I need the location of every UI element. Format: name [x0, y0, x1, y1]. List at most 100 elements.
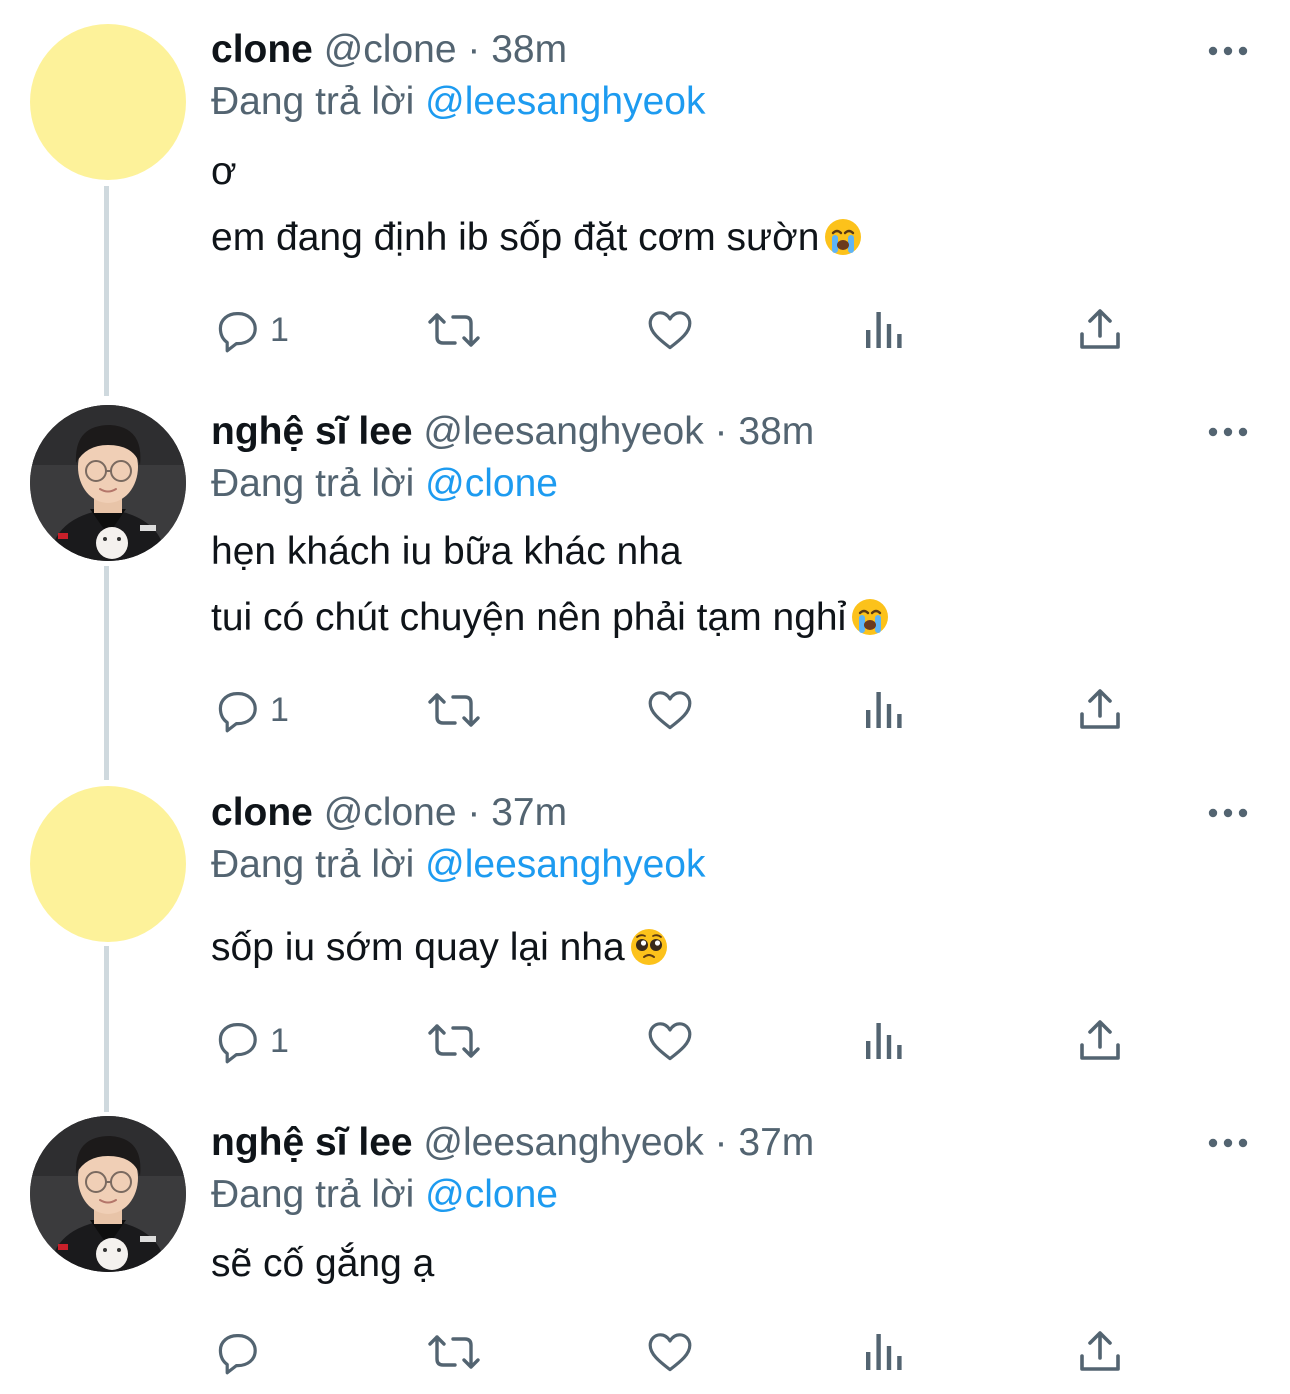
timestamp[interactable]: 38m	[491, 28, 567, 71]
retweet-button[interactable]	[427, 682, 481, 738]
display-name[interactable]: clone	[211, 791, 313, 834]
reply-bubble-icon	[218, 1334, 257, 1375]
mention-link[interactable]: @clone	[425, 462, 558, 505]
tweet-text-line: em đang định ib sốp đặt cơm sườn	[211, 212, 863, 264]
tweet-header: nghệ sĩ lee @leesanghyeok · 38m	[211, 408, 814, 456]
mention-link[interactable]: @leesanghyeok	[425, 843, 705, 886]
share-upload-icon	[1080, 689, 1120, 729]
more-horizontal-icon[interactable]	[1206, 803, 1250, 823]
like-button[interactable]	[645, 1013, 695, 1069]
profile-photo-image	[30, 405, 186, 561]
tweet-text: em đang định ib sốp đặt cơm sườn	[211, 216, 820, 259]
tweet-text-line: sốp iu sớm quay lại nha	[211, 922, 669, 974]
mention-link[interactable]: @leesanghyeok	[425, 80, 705, 123]
heart-icon	[648, 691, 692, 730]
reply-bubble-icon	[218, 312, 257, 353]
tweet-header: nghệ sĩ lee @leesanghyeok · 37m	[211, 1119, 814, 1167]
timestamp[interactable]: 37m	[491, 791, 567, 834]
tweet[interactable]: clone @clone · 37m Đang trả lời @leesang…	[0, 760, 1290, 1090]
tweet-text: hẹn khách iu bữa khác nha	[211, 530, 682, 573]
mention-link[interactable]: @clone	[425, 1173, 558, 1216]
heart-icon	[648, 1022, 692, 1061]
tweet-text: sốp iu sớm quay lại nha	[211, 926, 625, 969]
reply-button[interactable]: 1	[214, 682, 289, 738]
retweet-icon	[428, 693, 480, 727]
views-bar-chart-icon	[866, 692, 902, 728]
user-handle[interactable]: @leesanghyeok	[423, 1121, 703, 1164]
tweet[interactable]: nghệ sĩ lee @leesanghyeok · 38m Đang trả…	[0, 380, 1290, 760]
more-horizontal-icon[interactable]	[1206, 422, 1250, 442]
display-name[interactable]: nghệ sĩ lee	[211, 410, 413, 453]
timestamp[interactable]: 38m	[738, 410, 814, 453]
separator-dot: ·	[467, 791, 481, 834]
retweet-button[interactable]	[427, 1013, 481, 1069]
like-button[interactable]	[645, 302, 695, 358]
share-upload-icon	[1080, 309, 1120, 349]
share-upload-icon	[1080, 1331, 1120, 1371]
more-horizontal-icon[interactable]	[1206, 1133, 1250, 1153]
share-button[interactable]	[1078, 682, 1122, 738]
share-button[interactable]	[1078, 1324, 1122, 1380]
loudly-crying-face-icon	[852, 599, 889, 635]
views-bar-chart-icon	[866, 312, 902, 348]
tweet-actions: 1	[0, 1013, 1290, 1069]
tweet-text-line: sẽ cố gắng ạ	[211, 1238, 434, 1290]
share-button[interactable]	[1078, 302, 1122, 358]
tweet-text-line: tui có chút chuyện nên phải tạm nghỉ	[211, 592, 890, 644]
heart-icon	[648, 311, 692, 350]
retweet-icon	[428, 313, 480, 347]
tweet-header: clone @clone · 37m	[211, 789, 567, 837]
display-name[interactable]: nghệ sĩ lee	[211, 1121, 413, 1164]
loudly-crying-face-icon	[825, 219, 862, 255]
reply-button[interactable]: 1	[214, 302, 289, 358]
share-button[interactable]	[1078, 1013, 1122, 1069]
user-handle[interactable]: @clone	[324, 28, 457, 71]
tweet-text: tui có chút chuyện nên phải tạm nghỉ	[211, 596, 847, 639]
reply-count: 1	[270, 1021, 289, 1060]
pleading-face-icon	[630, 929, 667, 965]
replying-to: Đang trả lời @clone	[211, 460, 558, 508]
reply-bubble-icon	[218, 692, 257, 733]
views-button[interactable]	[862, 1324, 906, 1380]
user-handle[interactable]: @clone	[324, 791, 457, 834]
reply-button[interactable]: 1	[214, 1013, 289, 1069]
reply-button[interactable]	[214, 1324, 270, 1380]
replying-prefix: Đang trả lời	[211, 1173, 415, 1216]
retweet-icon	[428, 1335, 480, 1369]
tweet[interactable]: nghệ sĩ lee @leesanghyeok · 37m Đang trả…	[0, 1090, 1290, 1394]
separator-dot: ·	[467, 28, 481, 71]
replying-prefix: Đang trả lời	[211, 80, 415, 123]
separator-dot: ·	[714, 1121, 728, 1164]
tweet-actions: 1	[0, 682, 1290, 738]
views-button[interactable]	[862, 1013, 906, 1069]
retweet-button[interactable]	[427, 302, 481, 358]
tweet-actions	[0, 1324, 1290, 1380]
more-horizontal-icon[interactable]	[1206, 41, 1250, 61]
views-button[interactable]	[862, 302, 906, 358]
tweet[interactable]: clone @clone · 38m Đang trả lời @leesang…	[0, 0, 1290, 380]
like-button[interactable]	[645, 682, 695, 738]
replying-prefix: Đang trả lời	[211, 462, 415, 505]
replying-to: Đang trả lời @leesanghyeok	[211, 78, 705, 126]
tweet-text-line: hẹn khách iu bữa khác nha	[211, 526, 682, 578]
like-button[interactable]	[645, 1324, 695, 1380]
heart-icon	[648, 1333, 692, 1372]
replying-to: Đang trả lời @clone	[211, 1171, 558, 1219]
replying-to: Đang trả lời @leesanghyeok	[211, 841, 705, 889]
user-handle[interactable]: @leesanghyeok	[423, 410, 703, 453]
timestamp[interactable]: 37m	[738, 1121, 814, 1164]
views-bar-chart-icon	[866, 1023, 902, 1059]
tweet-text: sẽ cố gắng ạ	[211, 1242, 435, 1285]
avatar[interactable]	[30, 786, 186, 942]
views-button[interactable]	[862, 682, 906, 738]
avatar[interactable]	[30, 405, 186, 561]
reply-count: 1	[270, 310, 289, 349]
display-name[interactable]: clone	[211, 28, 313, 71]
reply-bubble-icon	[218, 1022, 257, 1064]
tweet-header: clone @clone · 38m	[211, 26, 567, 74]
avatar[interactable]	[30, 1116, 186, 1272]
views-bar-chart-icon	[866, 1334, 902, 1370]
separator-dot: ·	[714, 410, 728, 453]
avatar[interactable]	[30, 24, 186, 180]
retweet-button[interactable]	[427, 1324, 481, 1380]
